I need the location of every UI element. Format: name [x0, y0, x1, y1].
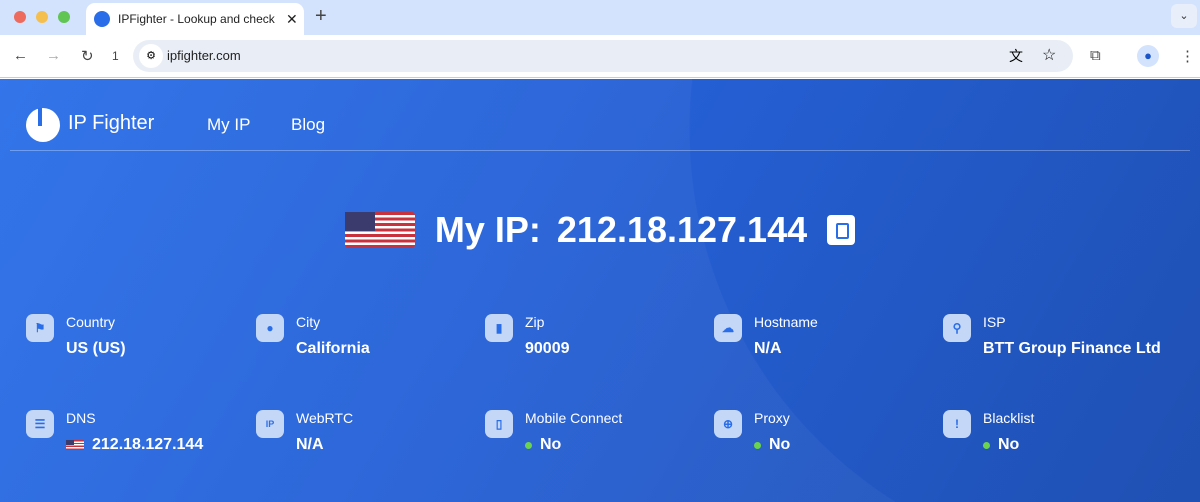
forward-button[interactable]: →: [46, 47, 61, 64]
info-label: Country: [66, 314, 116, 330]
info-item-proxy: ⊕ Proxy No: [714, 410, 939, 460]
info-item-blacklist: ! Blacklist No: [943, 410, 1168, 460]
info-value-text: No: [769, 436, 791, 453]
info-value: No: [983, 436, 1019, 454]
info-item-country: ⚑ Country US (US): [26, 314, 251, 364]
browser-toolbar: ← → ↻ 1 ⚙ ipfighter.com 文 ☆ ⧉ ● ⋮: [0, 35, 1200, 78]
copy-icon[interactable]: [827, 215, 856, 245]
close-window-button[interactable]: [14, 11, 26, 23]
address-bar[interactable]: ⚙ ipfighter.com 文 ☆: [133, 40, 1073, 72]
brand-name[interactable]: IP Fighter: [68, 112, 154, 135]
globe-icon: ⊕: [714, 410, 742, 438]
translate-icon[interactable]: 文: [1009, 46, 1023, 66]
info-value: No: [754, 436, 790, 454]
info-item-zip: ▮ Zip 90009: [485, 314, 710, 364]
maximize-window-button[interactable]: [58, 11, 70, 23]
info-label: Mobile Connect: [525, 410, 623, 426]
info-label: WebRTC: [296, 410, 354, 426]
ip-icon: IP: [256, 410, 284, 438]
info-value-text: No: [540, 436, 562, 453]
browser-tab[interactable]: IPFighter - Lookup and check ✕: [86, 3, 304, 35]
info-value: California: [296, 340, 370, 358]
info-item-dns: ☰ DNS 212.18.127.144: [26, 410, 251, 460]
us-flag-icon: [344, 212, 415, 248]
info-value: 212.18.127.144: [66, 436, 203, 454]
my-ip-hero: My IP: 212.18.127.144: [0, 209, 1200, 251]
info-item-city: ● City California: [256, 314, 481, 364]
status-dot-icon: [525, 441, 532, 449]
info-item-hostname: ☁ Hostname N/A: [714, 314, 939, 364]
extensions-icon[interactable]: ⧉: [1090, 47, 1101, 64]
info-value: 90009: [525, 340, 570, 358]
url-text[interactable]: ipfighter.com: [167, 48, 241, 63]
us-flag-icon: [66, 440, 84, 450]
server-icon: ☰: [26, 410, 54, 438]
tab-search-button[interactable]: ⌄: [1171, 4, 1197, 28]
my-ip-label: My IP:: [434, 209, 541, 250]
site-settings-icon[interactable]: ⚙: [139, 44, 163, 68]
info-value: US (US): [66, 340, 126, 358]
info-item-mobile-connect: ▯ Mobile Connect No: [485, 410, 710, 460]
info-label: ISP: [983, 314, 1006, 330]
header-divider: [10, 150, 1190, 151]
reload-button[interactable]: ↻: [81, 47, 94, 65]
info-value-text: N/A: [754, 340, 782, 357]
info-value-text: BTT Group Finance Ltd: [983, 340, 1161, 357]
page-content: IP Fighter My IP Blog My IP: 212.18.127.…: [0, 79, 1200, 502]
info-label: Hostname: [754, 314, 818, 330]
info-label: Zip: [525, 314, 545, 330]
new-tab-button[interactable]: +: [315, 5, 327, 28]
my-ip-value: 212.18.127.144: [556, 209, 808, 250]
back-button[interactable]: ←: [13, 47, 28, 64]
alert-icon: !: [943, 410, 971, 438]
info-value-text: California: [296, 340, 370, 357]
info-item-isp: ⚲ ISP BTT Group Finance Ltd: [943, 314, 1168, 364]
extra-count: 1: [112, 49, 119, 63]
status-dot-icon: [983, 441, 990, 449]
ipfighter-logo-icon[interactable]: [26, 108, 60, 142]
bookmark-star-icon[interactable]: ☆: [1042, 45, 1056, 65]
tab-title: IPFighter - Lookup and check: [118, 12, 275, 26]
info-label: City: [296, 314, 321, 330]
mailbox-icon: ▮: [485, 314, 513, 342]
antenna-icon: ⚲: [943, 314, 971, 342]
tab-strip: IPFighter - Lookup and check ✕ + ⌄: [0, 0, 1200, 35]
info-value: N/A: [296, 436, 324, 454]
cloud-icon: ☁: [714, 314, 742, 342]
minimize-window-button[interactable]: [36, 11, 48, 23]
location-pin-icon: ●: [256, 314, 284, 342]
menu-kebab-icon[interactable]: ⋮: [1180, 47, 1195, 65]
status-dot-icon: [754, 441, 761, 449]
close-tab-icon[interactable]: ✕: [286, 11, 298, 28]
info-label: Proxy: [754, 410, 790, 426]
info-label: Blacklist: [983, 410, 1035, 426]
mobile-icon: ▯: [485, 410, 513, 438]
info-item-webrtc: IP WebRTC N/A: [256, 410, 481, 460]
info-value-text: N/A: [296, 436, 324, 453]
info-value-text: No: [998, 436, 1020, 453]
info-value-text: US (US): [66, 340, 126, 357]
nav-blog[interactable]: Blog: [291, 115, 325, 135]
info-value-text: 212.18.127.144: [92, 436, 204, 453]
flag-icon: ⚑: [26, 314, 54, 342]
info-value: N/A: [754, 340, 782, 358]
favicon-icon: [94, 11, 110, 27]
nav-my-ip[interactable]: My IP: [207, 115, 250, 135]
info-label: DNS: [66, 410, 96, 426]
info-value: No: [525, 436, 561, 454]
profile-avatar-icon[interactable]: ●: [1137, 45, 1159, 67]
info-value-text: 90009: [525, 340, 570, 357]
info-value: BTT Group Finance Ltd: [983, 340, 1161, 358]
